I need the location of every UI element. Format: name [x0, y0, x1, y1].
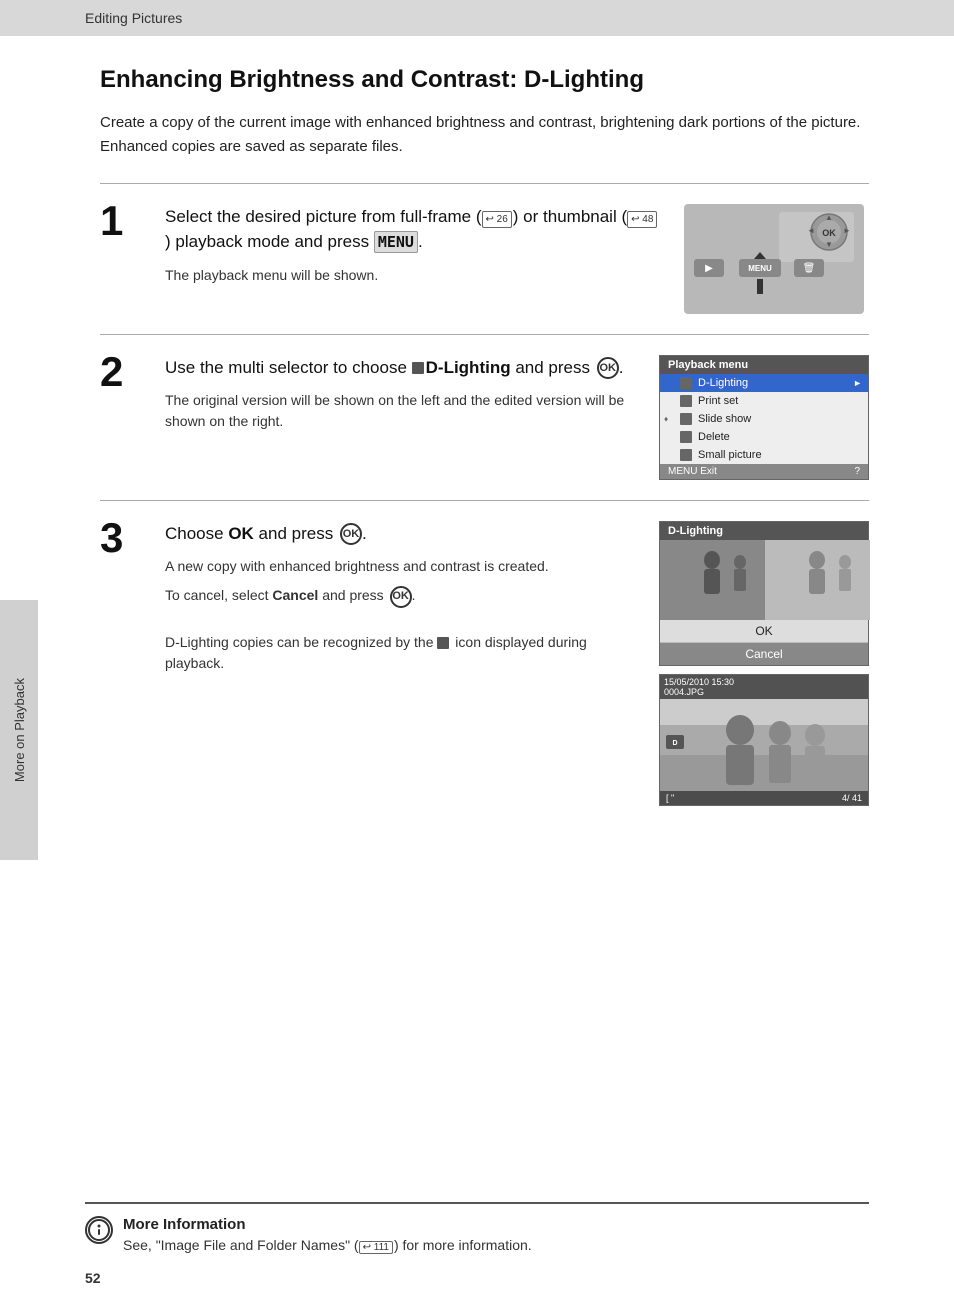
slideshow-icon	[680, 413, 692, 425]
ok-circle-3: OK	[340, 523, 362, 545]
dl-cancel-button[interactable]: Cancel	[660, 643, 868, 665]
more-info-icon	[85, 1216, 113, 1244]
menu-footer: MENU Exit ?	[660, 464, 868, 479]
more-info-text: See, "Image File and Folder Names" (↩ 11…	[123, 1237, 869, 1254]
info-icon-svg	[87, 1218, 111, 1242]
svg-text:🗑: 🗑	[803, 262, 816, 274]
page-title: Enhancing Brightness and Contrast: D-Lig…	[100, 66, 869, 95]
step-3-instruction: Choose OK and press OK.	[165, 521, 639, 547]
menu-item-dlighting: D-Lighting ►	[660, 374, 868, 392]
step-3-note1: A new copy with enhanced brightness and …	[165, 556, 639, 577]
more-info-content: More Information See, "Image File and Fo…	[123, 1216, 869, 1254]
step-3-note3: D-Lighting copies can be recognized by t…	[165, 632, 639, 674]
menu-items-list: D-Lighting ► Print set ♦ Slide show	[660, 374, 868, 464]
step-2-number: 2	[100, 351, 145, 393]
page-number: 52	[85, 1270, 101, 1286]
step-2-instruction: Use the multi selector to choose D-Light…	[165, 355, 639, 381]
step-2: 2 Use the multi selector to choose D-Lig…	[100, 335, 869, 501]
menu-item-printset: Print set	[660, 392, 868, 410]
menu-item-slideshow-label: Slide show	[698, 413, 751, 425]
step-3: 3 Choose OK and press OK. A new copy wit…	[100, 501, 869, 826]
step-1-number: 1	[100, 200, 145, 242]
dl-people-svg	[660, 540, 870, 620]
playback-info-bar: 15/05/2010 15:30 0004.JPG	[660, 675, 868, 699]
svg-text:◄: ◄	[807, 226, 815, 235]
menu-item-printset-label: Print set	[698, 395, 738, 407]
delete-icon	[680, 431, 692, 443]
ok-button-symbol: OK	[597, 357, 619, 379]
menu-item-smallpicture: Small picture	[660, 446, 868, 464]
step-2-content: Use the multi selector to choose D-Light…	[165, 355, 639, 433]
dlighting-copy-icon	[437, 637, 449, 649]
dlighting-icon	[412, 362, 424, 374]
dlighting-arrow: ►	[853, 378, 862, 388]
step-1-image: OK ◄ ► ▲ ▼ MENU 🗑 ▶	[679, 204, 869, 314]
step-1-instruction: Select the desired picture from full-fra…	[165, 204, 659, 255]
menu-help-icon: ?	[854, 466, 860, 477]
playback-timestamp: 15/05/2010 15:30	[664, 677, 734, 687]
step-2-image: Playback menu D-Lighting ► Print set ♦	[659, 355, 869, 480]
menu-item-delete: Delete	[660, 428, 868, 446]
main-content: Enhancing Brightness and Contrast: D-Lig…	[0, 36, 954, 856]
playback-img-area: D 15/05/2010 15:30 0004.JPG [ " 4/ 41	[660, 675, 868, 805]
ok-circle-cancel: OK	[390, 586, 412, 608]
step-3-images: D-Lighting	[659, 521, 869, 806]
header-label: Editing Pictures	[85, 10, 182, 26]
more-info-section: More Information See, "Image File and Fo…	[85, 1202, 869, 1254]
dl-ok-button[interactable]: OK	[660, 620, 868, 643]
playback-bottom-bar: [ " 4/ 41	[660, 791, 868, 805]
dl-image-area	[660, 540, 868, 620]
ref-26: ↩ 26	[482, 211, 512, 228]
step-3-note2: To cancel, select Cancel and press OK.	[165, 585, 639, 607]
svg-text:MENU: MENU	[748, 264, 772, 273]
menu-title: Playback menu	[660, 356, 868, 374]
header-bar: Editing Pictures	[0, 0, 954, 36]
menu-item-smallpicture-label: Small picture	[698, 449, 762, 461]
dlighting-ui-screenshot: D-Lighting	[659, 521, 869, 666]
smallpicture-icon	[680, 449, 692, 461]
step-2-note: The original version will be shown on th…	[165, 390, 639, 432]
camera-buttons-svg: OK ◄ ► ▲ ▼ MENU 🗑 ▶	[684, 204, 864, 314]
ref-111: ↩ 111	[359, 1241, 393, 1254]
step-1-note: The playback menu will be shown.	[165, 265, 659, 286]
dl-title: D-Lighting	[660, 522, 868, 540]
step-3-content: Choose OK and press OK. A new copy with …	[165, 521, 639, 674]
intro-text: Create a copy of the current image with …	[100, 111, 869, 159]
svg-text:▲: ▲	[825, 213, 833, 222]
menu-item-slideshow: ♦ Slide show	[660, 410, 868, 428]
printset-icon	[680, 395, 692, 407]
svg-text:D: D	[672, 740, 677, 747]
playback-left-info: [ "	[666, 793, 674, 803]
playback-screenshot: D 15/05/2010 15:30 0004.JPG [ " 4/ 41	[659, 674, 869, 806]
sidebar: More on Playback	[0, 600, 38, 860]
svg-text:▶: ▶	[705, 263, 713, 274]
more-info-title: More Information	[123, 1216, 869, 1233]
ref-48: ↩ 48	[627, 211, 657, 228]
playback-filename: 0004.JPG	[664, 687, 704, 697]
svg-text:►: ►	[843, 226, 851, 235]
dlighting-menu-icon	[680, 377, 692, 389]
sidebar-text: More on Playback	[12, 678, 27, 782]
step-3-number: 3	[100, 517, 145, 559]
playback-menu-screenshot: Playback menu D-Lighting ► Print set ♦	[659, 355, 869, 480]
svg-text:OK: OK	[822, 228, 836, 238]
menu-key: MENU	[374, 231, 418, 253]
step-1-content: Select the desired picture from full-fra…	[165, 204, 659, 286]
playback-counter: 4/ 41	[842, 793, 862, 803]
menu-item-dlighting-label: D-Lighting	[698, 377, 748, 389]
menu-item-delete-label: Delete	[698, 431, 730, 443]
menu-exit-label: MENU Exit	[668, 466, 717, 477]
step-1: 1 Select the desired picture from full-f…	[100, 184, 869, 335]
svg-text:▼: ▼	[825, 240, 833, 249]
